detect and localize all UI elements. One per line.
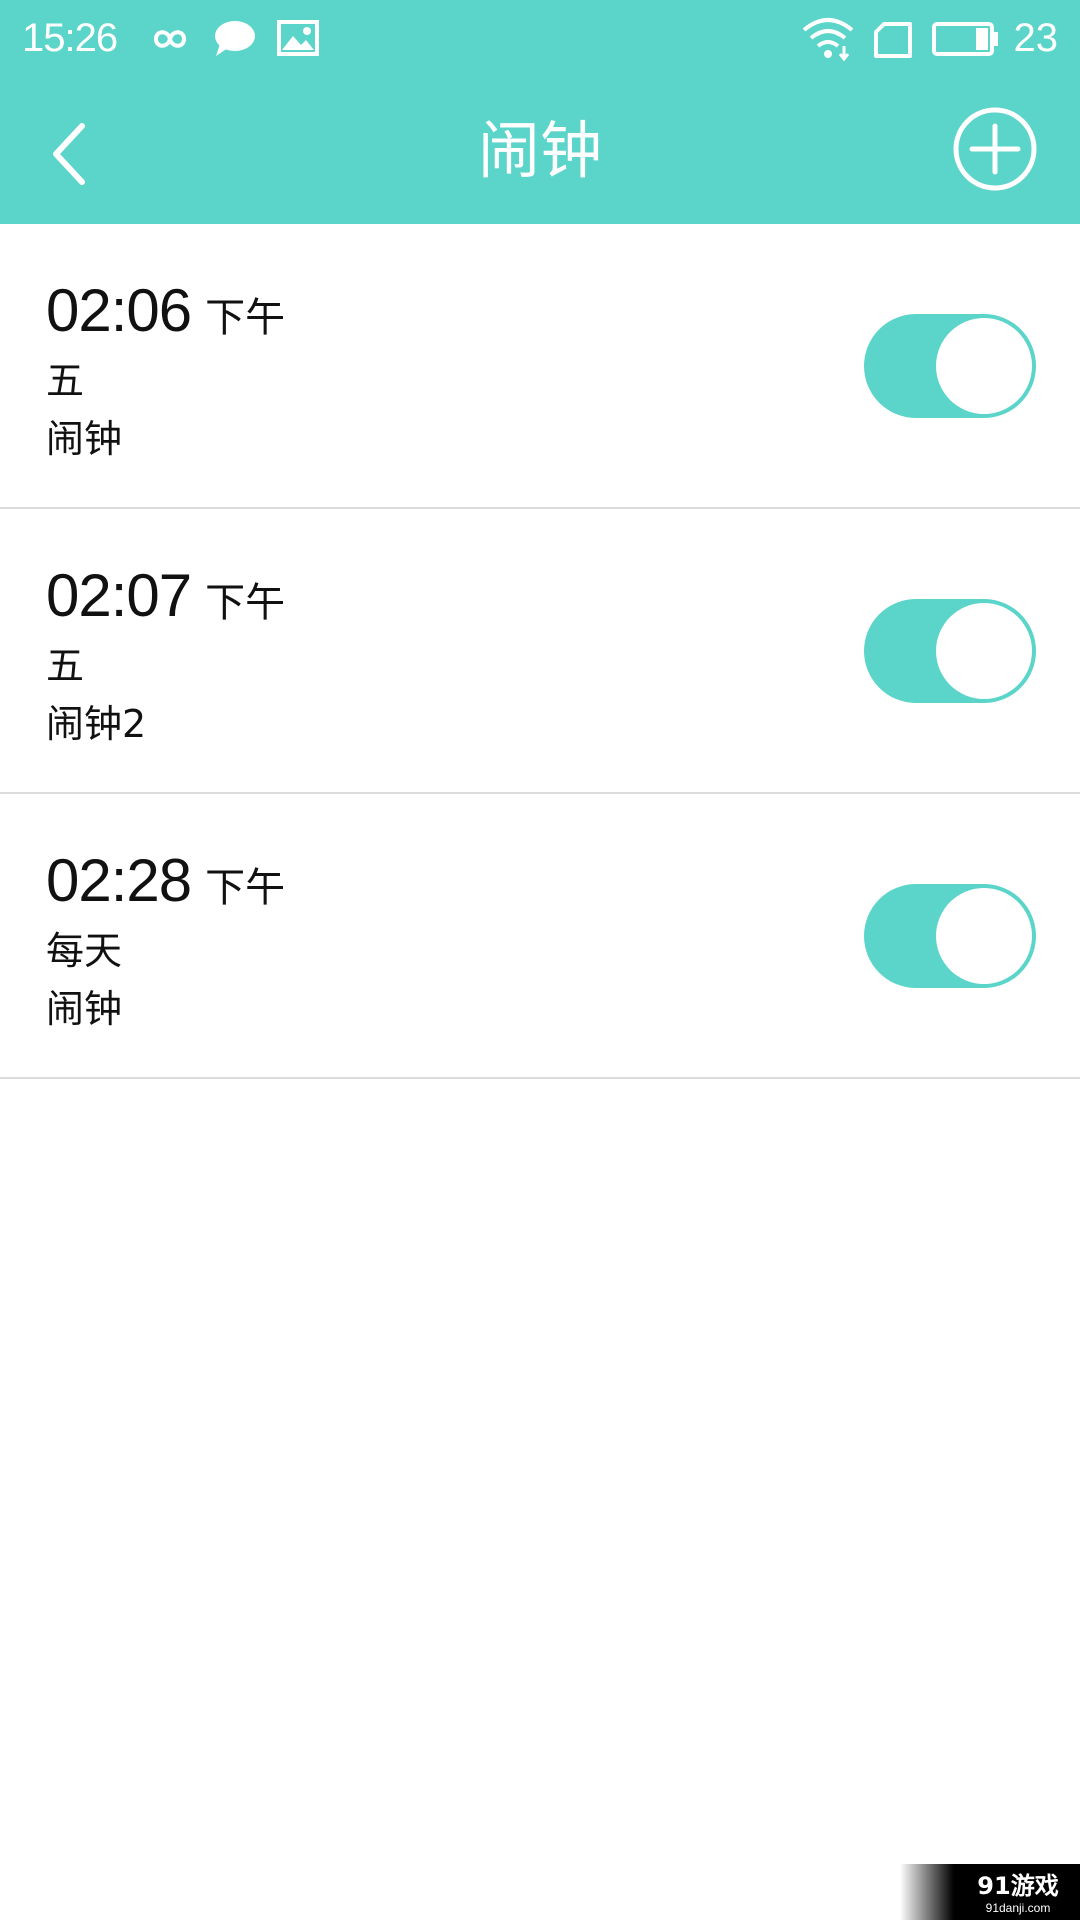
app-bar: 闹钟 bbox=[0, 78, 1080, 224]
alarm-label: 闹钟 bbox=[46, 987, 123, 1031]
alarm-toggle[interactable] bbox=[864, 884, 1036, 988]
alarm-item[interactable]: 02:07 下午 五 闹钟2 bbox=[0, 509, 1080, 794]
alarm-time: 02:28 bbox=[46, 847, 192, 914]
watermark-url-text: 91danji.com bbox=[986, 1901, 1051, 1915]
plus-circle-icon bbox=[953, 107, 1037, 191]
image-icon bbox=[277, 20, 319, 56]
watermark-logo-text: 91游戏 bbox=[977, 1872, 1058, 1900]
alarm-repeat: 五 bbox=[46, 359, 85, 403]
alarm-label: 闹钟2 bbox=[46, 702, 147, 746]
add-alarm-button[interactable] bbox=[952, 106, 1038, 192]
toggle-knob bbox=[936, 888, 1032, 984]
alarm-list: 02:06 下午 五 闹钟 02:07 下午 五 闹钟2 02:28 下午 每天 闹钟 bbox=[0, 224, 1080, 1079]
page-title: 闹钟 bbox=[477, 114, 602, 187]
alarm-time: 02:06 bbox=[46, 277, 192, 344]
alarm-time: 02:07 bbox=[46, 562, 192, 629]
battery-icon bbox=[932, 22, 998, 56]
battery-level: 23 bbox=[1013, 16, 1059, 60]
alarm-repeat: 每天 bbox=[46, 929, 123, 973]
alarm-item[interactable]: 02:28 下午 每天 闹钟 bbox=[0, 794, 1080, 1079]
wifi-icon bbox=[802, 18, 854, 62]
infinity-icon bbox=[153, 30, 187, 48]
alarm-ampm: 下午 bbox=[205, 295, 286, 341]
alarm-ampm: 下午 bbox=[205, 865, 286, 911]
alarm-repeat: 五 bbox=[46, 644, 85, 688]
alarm-item[interactable]: 02:06 下午 五 闹钟 bbox=[0, 224, 1080, 509]
alarm-time-row: 02:06 下午 bbox=[46, 276, 285, 346]
sim-card-icon bbox=[874, 22, 912, 58]
alarm-time-row: 02:07 下午 bbox=[46, 561, 285, 631]
watermark: 91游戏 91danji.com bbox=[900, 1864, 1080, 1920]
alarm-time-row: 02:28 下午 bbox=[46, 846, 285, 916]
alarm-ampm: 下午 bbox=[205, 580, 286, 626]
alarm-toggle[interactable] bbox=[864, 599, 1036, 703]
status-bar: 15:26 23 bbox=[0, 0, 1080, 78]
status-time: 15:26 bbox=[22, 16, 118, 60]
watermark-logo: 91游戏 91danji.com bbox=[977, 1872, 1058, 1915]
alarm-label: 闹钟 bbox=[46, 417, 123, 461]
alarm-screen: 15:26 23 闹钟 02:06 下午 五 闹钟 02:07 下午 五 闹钟2… bbox=[0, 0, 1080, 1920]
alarm-toggle[interactable] bbox=[864, 314, 1036, 418]
chat-bubble-icon bbox=[215, 21, 255, 56]
toggle-knob bbox=[936, 603, 1032, 699]
toggle-knob bbox=[936, 318, 1032, 414]
